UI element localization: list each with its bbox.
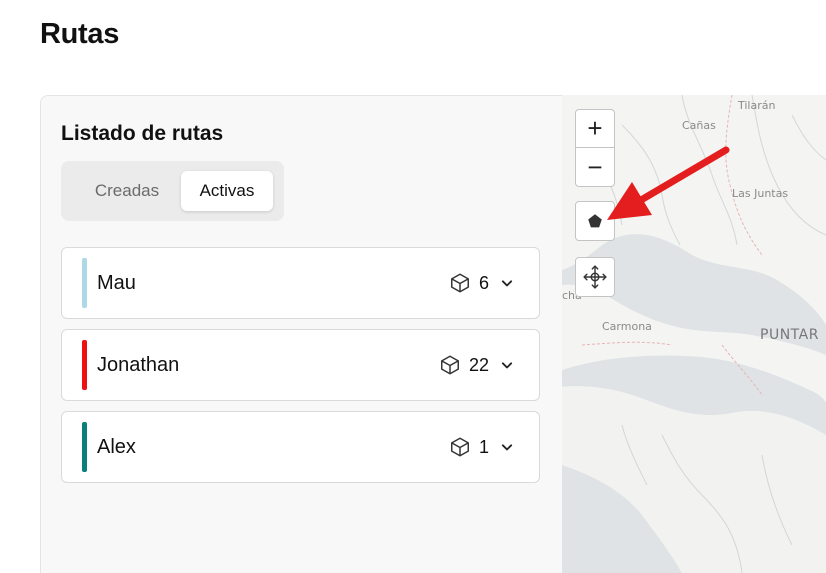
page-title: Rutas bbox=[40, 18, 120, 50]
tab-creadas[interactable]: Creadas bbox=[73, 171, 181, 211]
route-count: 22 bbox=[468, 354, 489, 375]
chevron-down-icon[interactable] bbox=[497, 437, 517, 457]
map[interactable]: Tilarán Cañas Las Juntas Carmona PUNTAR … bbox=[562, 95, 826, 573]
route-meta: 1 bbox=[449, 412, 517, 482]
map-label-canas: Cañas bbox=[682, 119, 716, 132]
route-count: 1 bbox=[478, 436, 489, 457]
route-tabs: Creadas Activas bbox=[61, 161, 284, 221]
map-label-las-juntas: Las Juntas bbox=[732, 187, 789, 200]
chevron-down-icon[interactable] bbox=[497, 273, 517, 293]
route-name: Alex bbox=[97, 436, 136, 458]
map-label-tilaran: Tilarán bbox=[738, 99, 776, 112]
routes-panel: Listado de rutas Creadas Activas Mau 6 J… bbox=[40, 95, 562, 573]
map-label-puntarenas: PUNTAR bbox=[760, 327, 819, 343]
package-icon bbox=[439, 354, 461, 376]
package-icon bbox=[449, 436, 471, 458]
move-icon bbox=[582, 264, 608, 290]
panel-title: Listado de rutas bbox=[61, 122, 224, 145]
route-name: Jonathan bbox=[97, 354, 180, 376]
package-icon bbox=[449, 272, 471, 294]
route-item-mau[interactable]: Mau 6 bbox=[61, 247, 540, 319]
route-meta: 22 bbox=[439, 330, 517, 400]
tab-activas[interactable]: Activas bbox=[181, 171, 273, 211]
zoom-in-button[interactable]: + bbox=[576, 110, 614, 148]
route-count: 6 bbox=[478, 272, 489, 293]
map-label-carmona: Carmona bbox=[602, 320, 652, 333]
route-color-bar bbox=[82, 258, 87, 308]
zoom-controls: + − bbox=[575, 109, 615, 187]
polygon-icon bbox=[586, 212, 604, 230]
draw-polygon-button[interactable] bbox=[575, 201, 615, 241]
route-color-bar bbox=[82, 340, 87, 390]
pan-move-button[interactable] bbox=[575, 257, 615, 297]
route-item-alex[interactable]: Alex 1 bbox=[61, 411, 540, 483]
route-color-bar bbox=[82, 422, 87, 472]
route-meta: 6 bbox=[449, 248, 517, 318]
chevron-down-icon[interactable] bbox=[497, 355, 517, 375]
route-name: Mau bbox=[97, 272, 136, 294]
route-item-jonathan[interactable]: Jonathan 22 bbox=[61, 329, 540, 401]
zoom-out-button[interactable]: − bbox=[576, 148, 614, 186]
